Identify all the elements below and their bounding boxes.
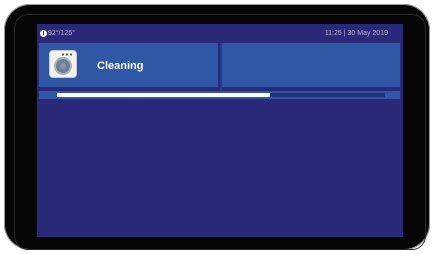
screen: 92°/125° 11:25 | 30 May 2019 Cleaning (37, 24, 403, 237)
appliance-status-tile[interactable]: Cleaning (39, 43, 218, 87)
clock-readout: 11:25 | 30 May 2019 (324, 30, 388, 37)
progress-fill (57, 93, 271, 97)
control-dots (61, 53, 73, 56)
temperature-readout: 92°/125° (48, 30, 76, 37)
thermometer-icon (40, 30, 47, 37)
progress-strip (39, 91, 400, 99)
cycle-status-label: Cleaning (97, 60, 144, 72)
empty-tile[interactable] (222, 43, 400, 87)
status-bar: 92°/125° 11:25 | 30 May 2019 (37, 24, 403, 42)
drum-window (54, 57, 72, 75)
washing-machine-icon (49, 50, 77, 78)
progress-track (57, 93, 385, 97)
